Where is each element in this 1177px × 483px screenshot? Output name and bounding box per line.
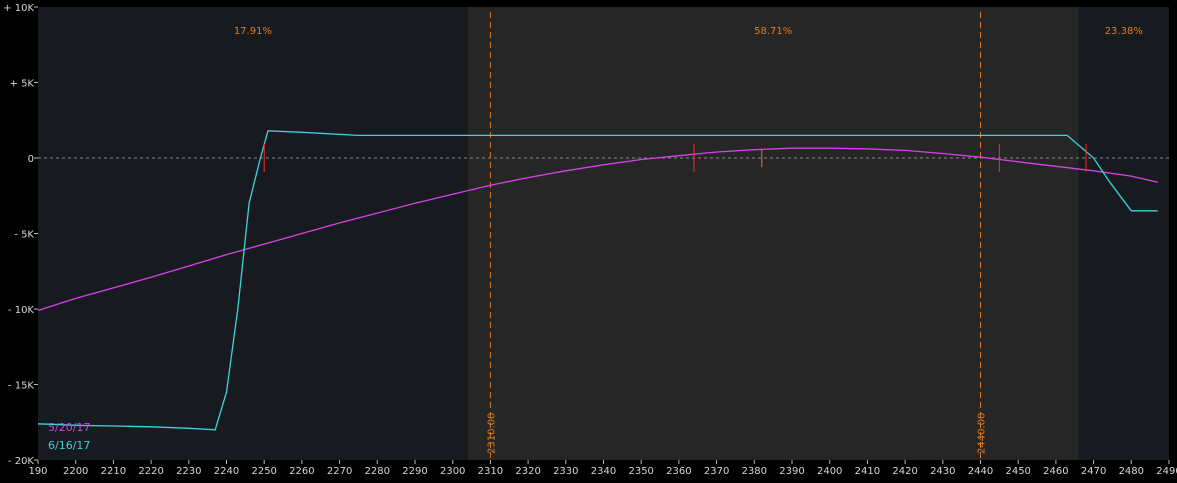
x-tick-label: 2330 [553,466,578,477]
x-tick-label: 2230 [176,466,201,477]
zone-2 [467,7,1079,460]
probability-zones [38,7,1169,460]
legend-entry: 5/20/17 [48,421,90,434]
y-tick-label: 0 [28,154,34,165]
x-tick-label: 2420 [892,466,917,477]
zone-percent-label: 17.91% [234,26,272,37]
x-tick-label: 2240 [214,466,239,477]
x-tick-label: 2490 [1156,466,1177,477]
x-tick-label: 2250 [251,466,276,477]
x-tick-label: 2460 [1043,466,1068,477]
x-tick-label: 2340 [591,466,616,477]
y-tick-label: - 5K [14,230,34,241]
zone-percent-label: 23.38% [1105,26,1143,37]
x-tick-label: 2290 [402,466,427,477]
x-tick-label: 2300 [440,466,465,477]
breakeven-label: 2440.00 [977,413,988,454]
x-tick-label: 2480 [1119,466,1144,477]
x-tick-label: 2360 [666,466,691,477]
x-tick-label: 2310 [478,466,503,477]
x-tick-label: 2390 [779,466,804,477]
x-tick-label: 2320 [515,466,540,477]
x-tick-label: 2210 [101,466,126,477]
x-tick-label: 2370 [704,466,729,477]
x-tick-label: 2440 [968,466,993,477]
payoff-chart: 17.91% 58.71% 23.38% 2310.00 2440.00 + 10K +… [0,0,1177,483]
x-tick-label: 2280 [365,466,390,477]
zone-1 [38,7,468,460]
x-tick-label: 2200 [63,466,88,477]
legend-entry: 6/16/17 [48,439,90,452]
y-tick-label: - 10K [8,305,35,316]
x-tick-label: 2410 [855,466,880,477]
x-tick-label: 2260 [289,466,314,477]
zone-3 [1078,7,1169,460]
x-tick-label: 2350 [628,466,653,477]
breakeven-label: 2310.00 [486,413,497,454]
x-tick-label: 2430 [930,466,955,477]
zone-percent-label: 58.71% [754,26,792,37]
y-tick-label: + 5K [10,79,35,90]
x-tick-label: 2450 [1005,466,1030,477]
x-tick-label: 2470 [1081,466,1106,477]
x-tick-label: 2380 [742,466,767,477]
y-tick-label: - 15K [8,381,35,392]
x-tick-label: 2270 [327,466,352,477]
x-tick-label: 190 [28,466,47,477]
x-tick-label: 2400 [817,466,842,477]
y-tick-label: + 10K [3,3,34,14]
x-tick-label: 2220 [138,466,163,477]
